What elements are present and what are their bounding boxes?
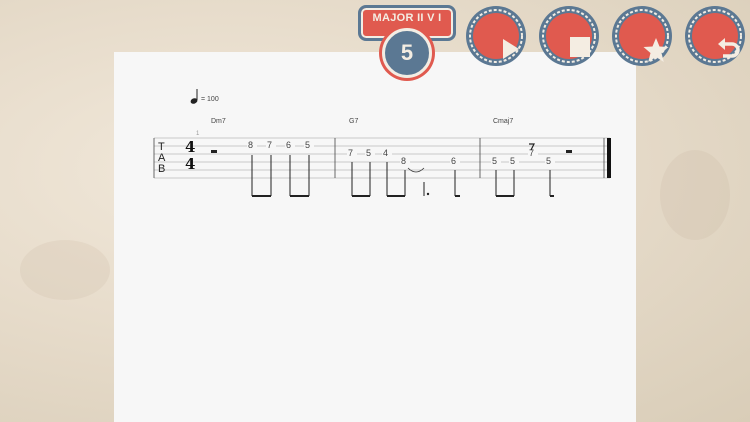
rest-symbol [566,150,572,153]
fret-number: 5 [546,156,551,166]
note-stems [251,155,310,197]
stop-button[interactable] [538,5,600,67]
fret-number: 5 [366,148,371,158]
fret-number: 6 [286,140,291,150]
measure-number: 1 [196,131,200,137]
chord-label: Dm7 [211,118,226,125]
chord-label: Cmaj7 [493,118,513,125]
tab-sheet: = 100 Dm7 G7 Cmaj7 1 T A B 4 4 8 7 6 5 7… [114,52,636,422]
fret-number: 5 [510,156,515,166]
chord-label: G7 [349,118,358,125]
play-button[interactable] [465,5,527,67]
level-number: 5 [400,40,414,65]
fret-number: 5 [305,140,310,150]
background-texture [660,150,730,240]
fret-number: 8 [248,140,253,150]
rest-symbol [211,150,217,153]
note-stems [495,170,554,197]
measure-2-notes: 7 5 4 8 6 [347,148,460,166]
tablature-score: = 100 Dm7 G7 Cmaj7 1 T A B 4 4 8 7 6 5 7… [153,89,611,197]
fret-number: 8 [401,156,406,166]
favorite-button[interactable] [611,5,673,67]
time-signature-bottom: 4 [185,155,195,173]
fret-number: 5 [492,156,497,166]
level-number-badge: 5 [382,28,432,78]
note-stems [351,162,460,197]
back-button[interactable] [684,5,746,67]
bar-lines [153,138,605,178]
tab-clef: B [158,163,165,175]
measure-3-notes: 5 5 7 5 [491,148,555,166]
final-barline [607,138,611,178]
measure-1-notes: 8 7 6 5 [247,140,314,150]
level-title: MAJOR II V I [372,12,442,24]
time-signature-top: 4 [185,138,195,156]
background-texture [20,240,110,300]
fret-number: 6 [451,156,456,166]
tempo-marking: = 100 [190,89,219,104]
fret-number: 7 [267,140,272,150]
dot [426,192,430,196]
tab-staff [154,137,610,179]
fret-number: 7 [348,148,353,158]
fret-number: 4 [383,148,388,158]
tempo-text: = 100 [201,96,219,103]
